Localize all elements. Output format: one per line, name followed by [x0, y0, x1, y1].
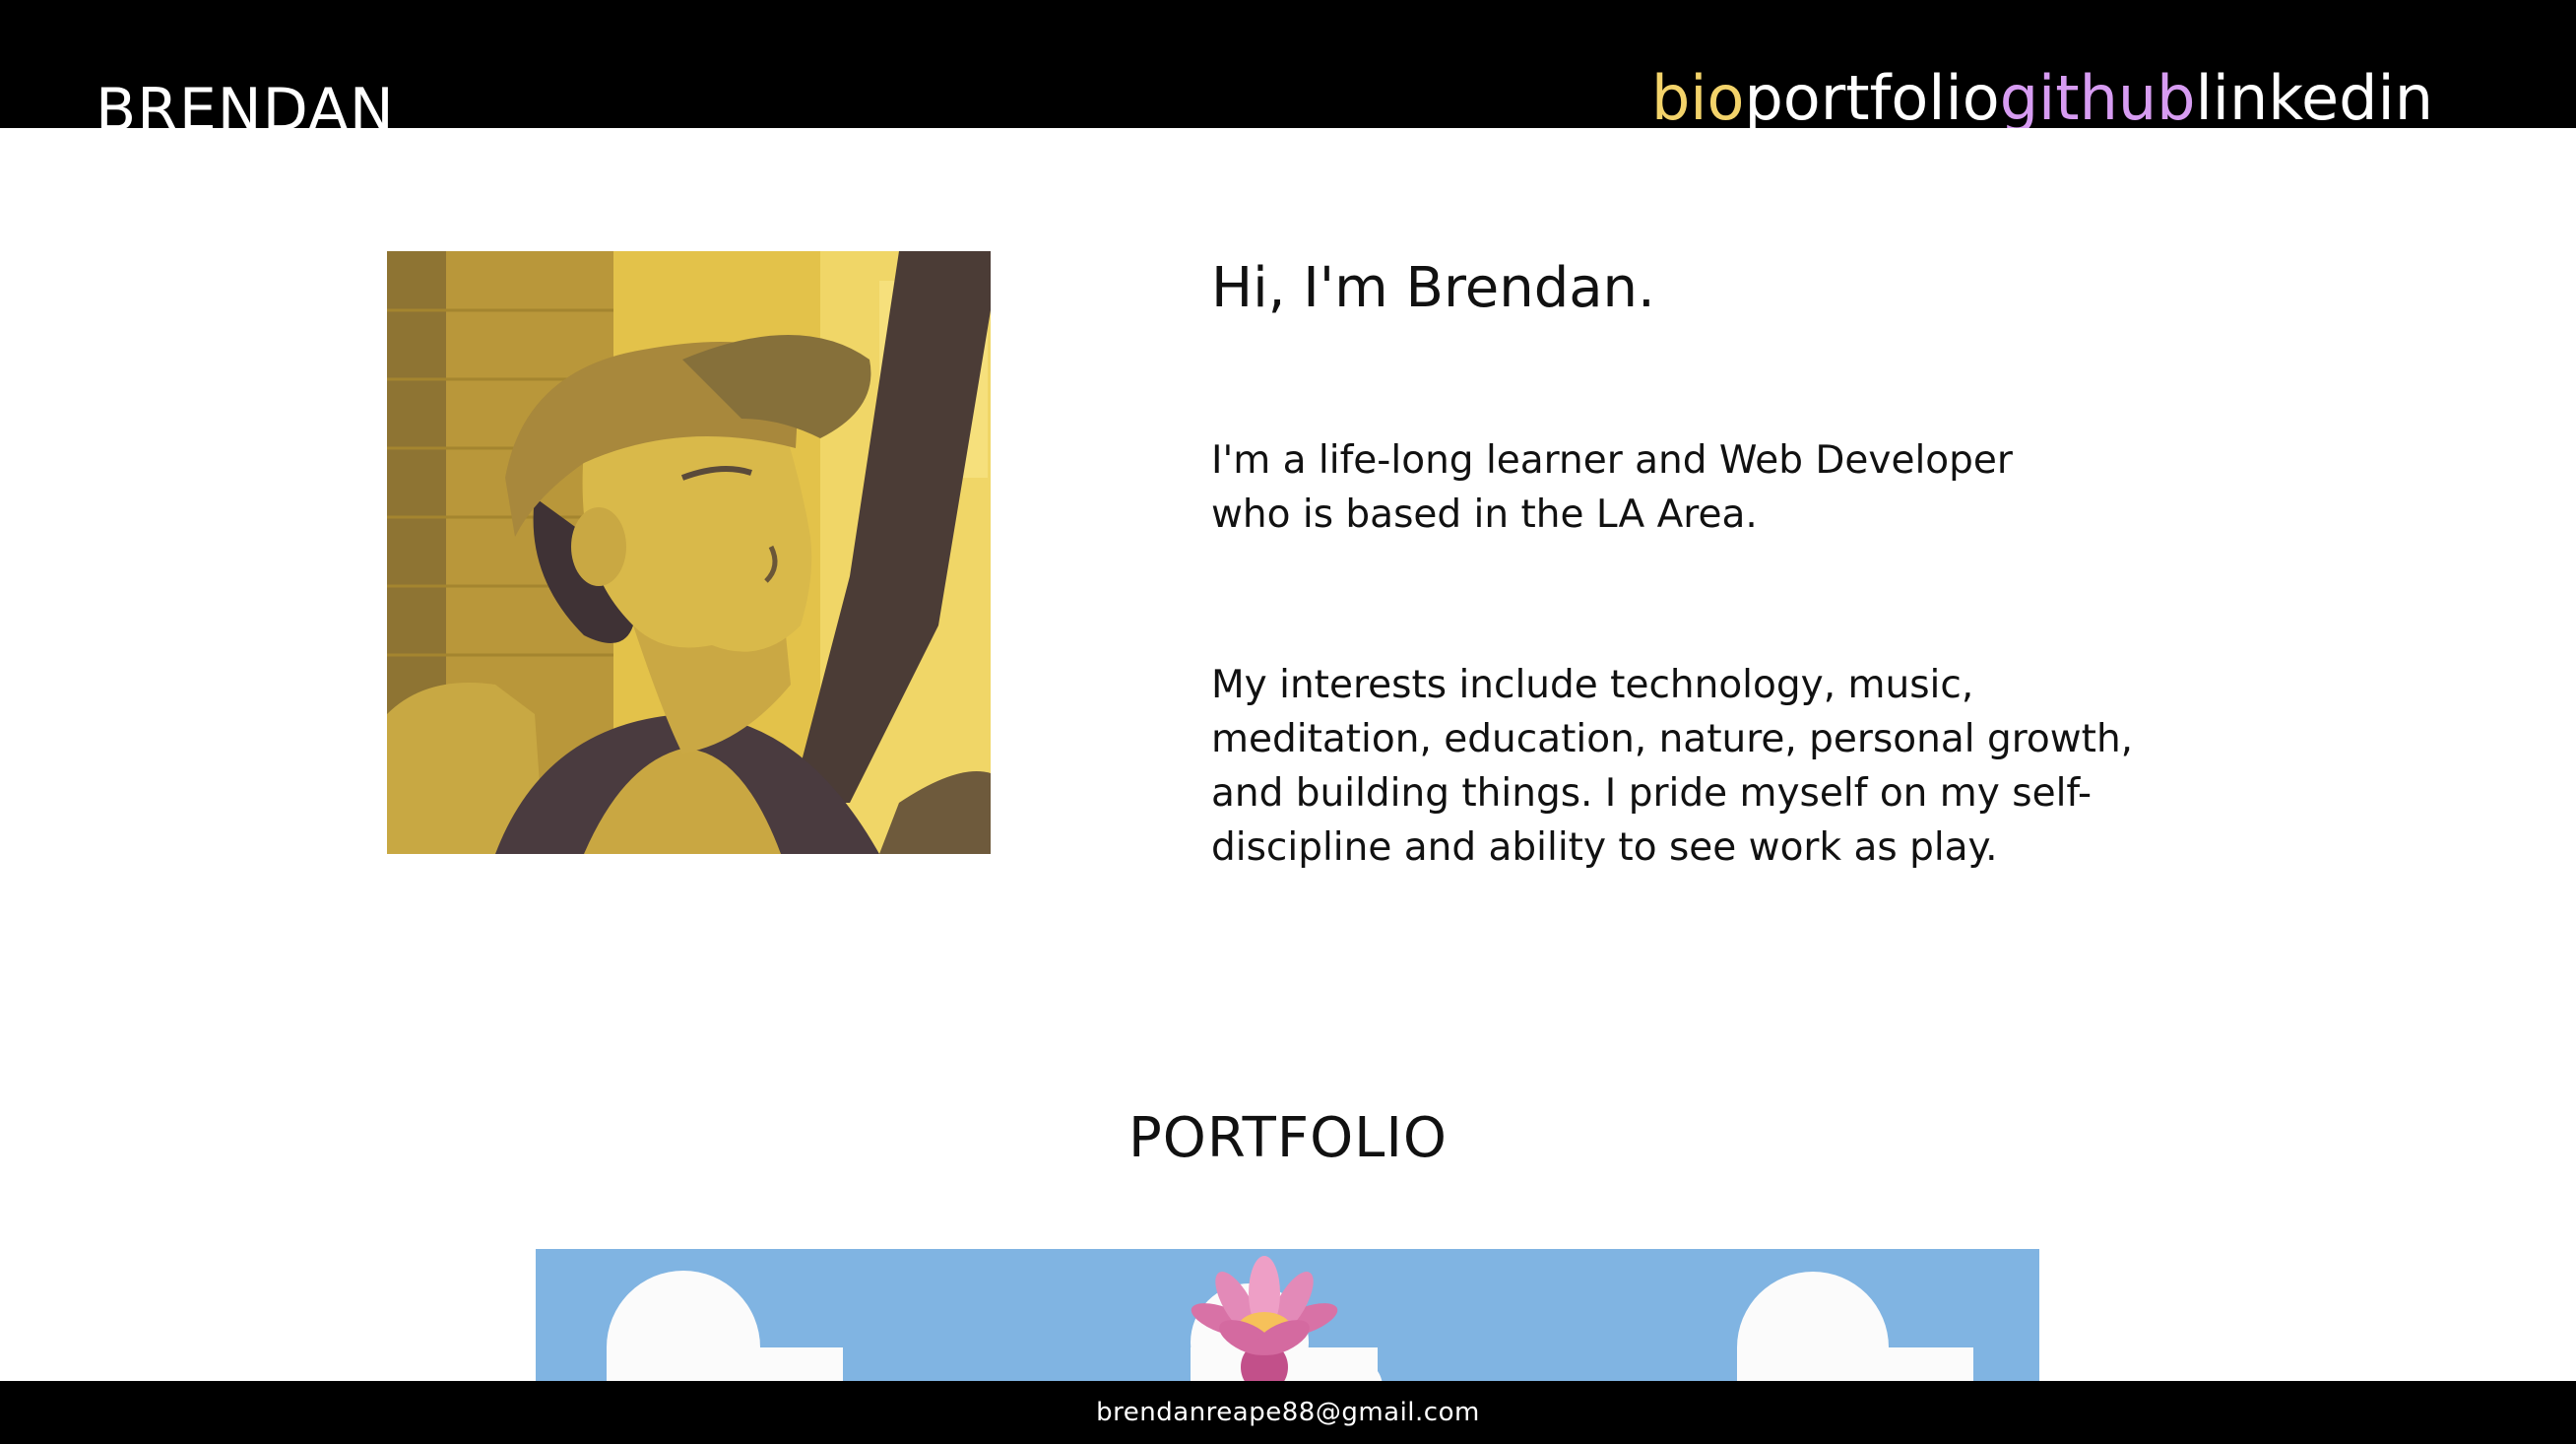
portfolio-heading: PORTFOLIO: [1128, 1106, 1448, 1170]
nav-link-github[interactable]: github: [2000, 61, 2196, 128]
bio-paragraph-interests: My interests include technology, music, …: [1211, 663, 2134, 870]
main-nav: bio portfolio github linkedin: [1651, 61, 2433, 128]
nav-link-bio[interactable]: bio: [1651, 61, 1745, 128]
nav-link-portfolio[interactable]: portfolio: [1744, 61, 1999, 128]
portfolio-project-card[interactable]: [536, 1249, 2039, 1397]
site-header: BRENDAN bio portfolio github linkedin: [0, 0, 2576, 128]
nav-link-linkedin[interactable]: linkedin: [2196, 61, 2433, 128]
footer-email-link[interactable]: brendanreape88@gmail.com: [1096, 1398, 1480, 1427]
project-thumbnail: [536, 1249, 2039, 1397]
site-footer: brendanreape88@gmail.com: [0, 1381, 2576, 1444]
bio-heading: Hi, I'm Brendan.: [1211, 256, 1655, 320]
bio-paragraph-intro: I'm a life-long learner and Web Develope…: [1211, 438, 2013, 537]
brand-logo[interactable]: BRENDAN: [96, 73, 395, 128]
profile-photo: [387, 251, 991, 854]
